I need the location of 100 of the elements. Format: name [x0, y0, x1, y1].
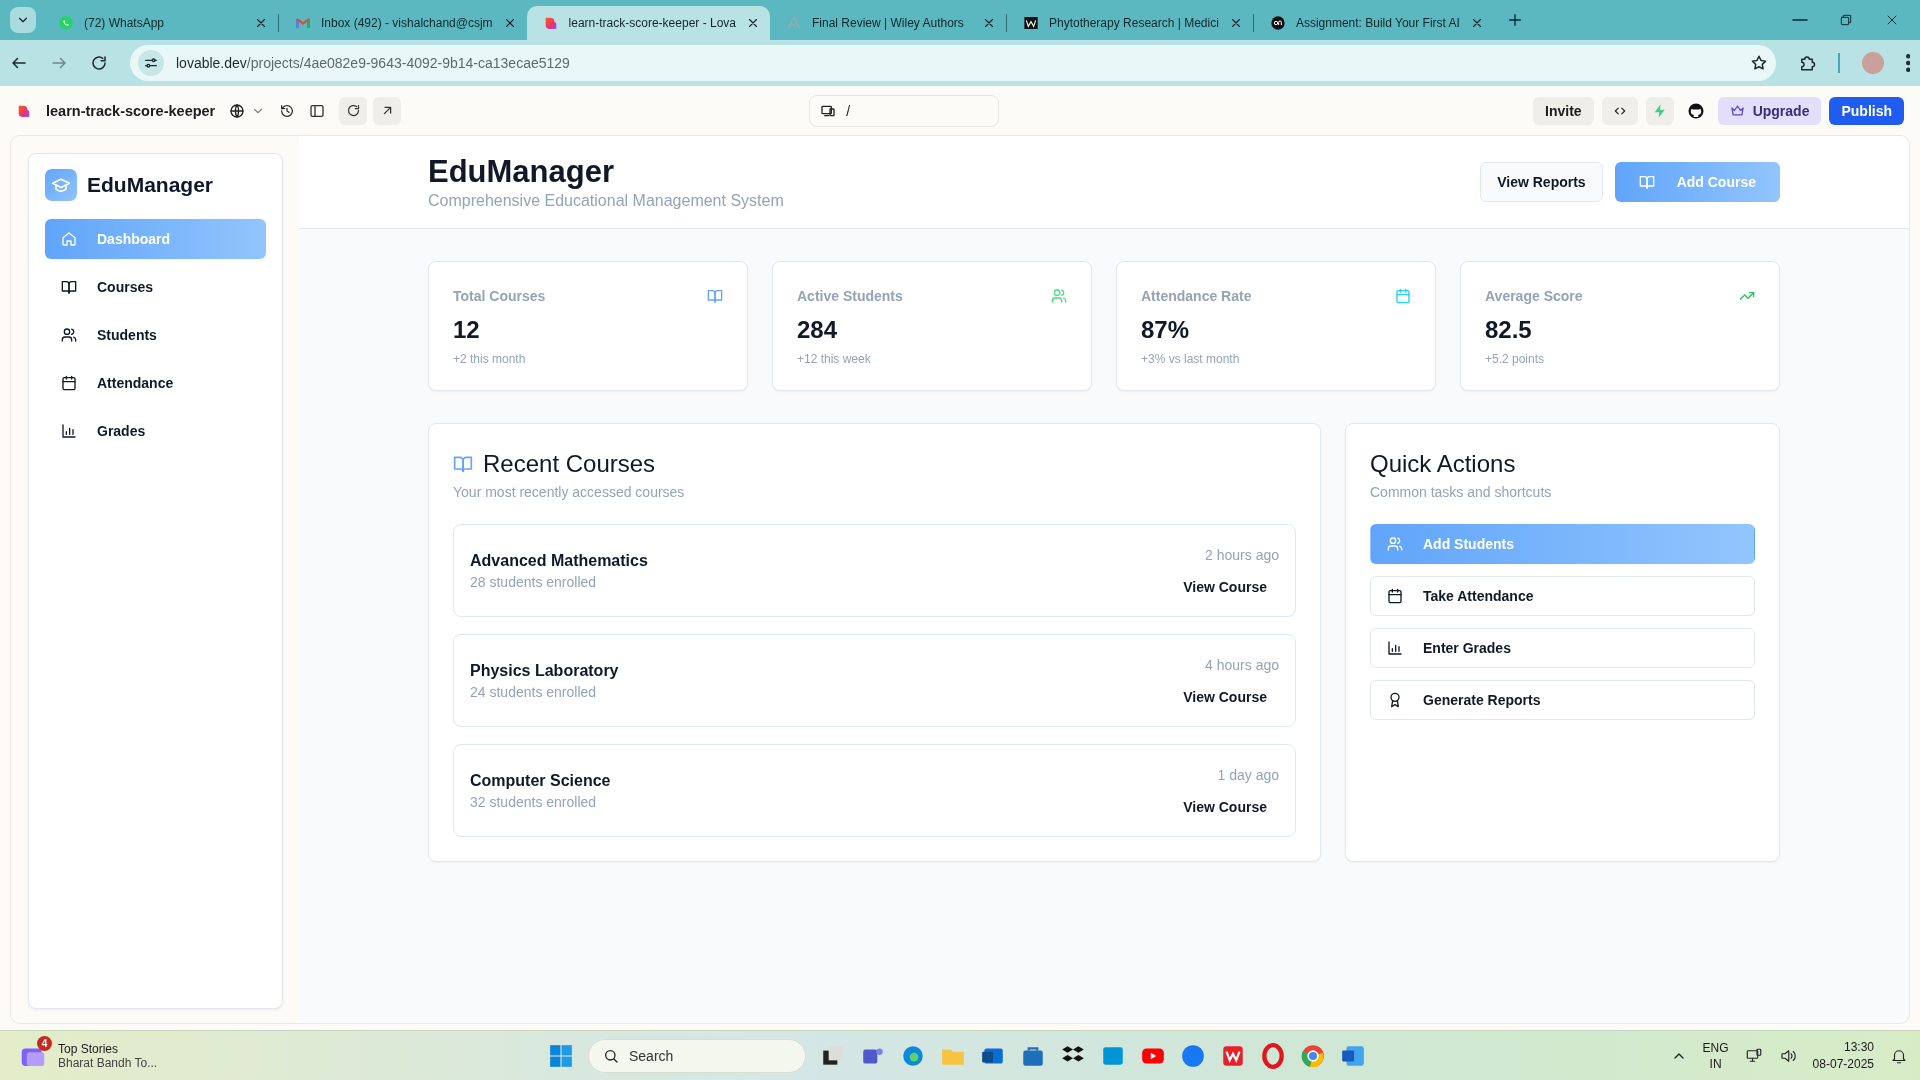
bar-chart-icon — [61, 423, 77, 439]
star-icon — [1749, 54, 1768, 72]
close-icon — [254, 16, 268, 30]
browser-tab[interactable]: (72) WhatsApp — [42, 6, 278, 40]
upgrade-button[interactable]: Upgrade — [1717, 96, 1822, 125]
path-field[interactable]: / — [809, 94, 1000, 127]
close-icon — [746, 16, 760, 30]
quick-action-button[interactable]: Take Attendance — [1370, 576, 1755, 616]
taskbar-search-field[interactable]: Search — [588, 1038, 806, 1073]
page-subtitle: Comprehensive Educational Management System — [428, 192, 784, 210]
stat-label: Attendance Rate — [1141, 288, 1252, 304]
address-bar[interactable]: lovable.dev/projects/4ae082e9-9643-4092-9b14-ca13ecae5129 — [130, 45, 1776, 81]
sidebar-item[interactable]: Courses — [45, 267, 266, 307]
site-settings-button[interactable] — [138, 50, 164, 76]
logo-icon — [1023, 15, 1039, 31]
quick-action-button[interactable]: Enter Grades — [1370, 628, 1755, 668]
enrollment-count: 28 students enrolled — [470, 573, 598, 590]
logo-icon — [1269, 15, 1286, 31]
quick-action-button[interactable]: Generate Reports — [1370, 680, 1755, 720]
reload-icon — [90, 54, 108, 72]
sliders-icon — [143, 55, 159, 71]
triangle-logo-icon — [786, 15, 802, 31]
news-headline[interactable]: Bharat Bandh To... — [58, 1055, 158, 1070]
page-title: EduManager — [428, 154, 616, 190]
reload-icon — [345, 103, 361, 118]
course-name: Advanced Mathematics — [470, 551, 648, 570]
stat-value: 284 — [797, 316, 839, 344]
kebab-menu-icon — [1905, 54, 1910, 72]
stat-change: +2 this month — [453, 352, 527, 366]
view-reports-button[interactable]: View Reports — [1480, 162, 1603, 202]
history-icon — [279, 102, 296, 119]
course-name: Computer Science — [470, 771, 611, 790]
panel-title: Quick Actions — [1370, 450, 1516, 478]
calendar-icon — [61, 375, 77, 391]
diagonal-arrow-button[interactable] — [373, 96, 402, 125]
close-tab-button[interactable] — [254, 16, 268, 30]
reload-button[interactable] — [90, 54, 108, 72]
search-icon — [603, 1047, 619, 1064]
close-tab-button[interactable] — [746, 16, 760, 30]
sidebar-item[interactable]: Attendance — [45, 363, 266, 403]
browser-tab[interactable]: Assignment: Build Your First AI — [1253, 6, 1494, 40]
globe-button[interactable] — [229, 102, 246, 119]
bar-chart-icon — [1387, 640, 1403, 656]
windows-logo-icon[interactable] — [548, 1042, 574, 1069]
crown-icon — [1729, 103, 1745, 118]
brand-name: EduManager — [87, 173, 214, 197]
house-icon — [61, 231, 77, 247]
panel-subtitle: Common tasks and shortcuts — [1370, 484, 1553, 500]
course-time: 1 day ago — [1217, 766, 1279, 783]
clock-date[interactable]: 08-07-2025 — [1812, 1055, 1874, 1073]
restore-button[interactable] — [1838, 12, 1854, 28]
star-button[interactable] — [1749, 54, 1768, 72]
enrollment-count: 24 students enrolled — [470, 683, 598, 700]
reload-button[interactable] — [339, 96, 368, 125]
clock-time[interactable]: 13:30 — [1812, 1038, 1874, 1056]
browser-tab[interactable]: Inbox (492) - vishalchand@csjm — [279, 6, 527, 40]
calendar-icon — [1387, 588, 1403, 604]
round-app-icon[interactable] — [1180, 1042, 1206, 1069]
browser-tab[interactable]: Final Review | Wiley Authors — [770, 6, 1006, 40]
browser-circle-icon[interactable] — [1300, 1042, 1326, 1069]
stat-label: Total Courses — [453, 288, 546, 304]
url-text: lovable.dev/projects/4ae082e9-9643-4092-9b14-ca13ecae5129 — [176, 55, 570, 71]
book-icon — [453, 454, 473, 474]
sidebar-item[interactable]: Students — [45, 315, 266, 355]
news-title[interactable]: Top Stories — [58, 1041, 158, 1056]
view-course-button[interactable]: View Course — [1171, 794, 1279, 819]
plus-icon — [1506, 12, 1523, 28]
book-icon — [61, 279, 77, 295]
stat-change: +12 this week — [797, 352, 872, 366]
panel-subtitle: Your most recently accessed courses — [453, 484, 686, 500]
browser-tab[interactable]: learn-track-score-keeper - Lova — [526, 6, 770, 40]
view-course-button[interactable]: View Course — [1171, 684, 1279, 709]
enrollment-count: 32 students enrolled — [470, 793, 598, 810]
primary-button[interactable]: Publish — [1829, 96, 1904, 125]
language-indicator[interactable]: ENG — [1702, 1039, 1729, 1056]
kebab-menu-button[interactable] — [1905, 54, 1910, 72]
book-icon — [1638, 174, 1655, 190]
panel-title: Recent Courses — [483, 450, 656, 478]
region-indicator[interactable]: IN — [1702, 1055, 1729, 1072]
stat-value: 82.5 — [1485, 316, 1533, 344]
browser-tab[interactable]: Phytotherapy Research | Medici — [1007, 6, 1253, 40]
ring-icon[interactable] — [1260, 1042, 1286, 1069]
history-button[interactable] — [279, 102, 296, 119]
course-name: Physics Laboratory — [470, 661, 619, 680]
view-course-button[interactable]: View Course — [1171, 574, 1279, 599]
project-name[interactable]: learn-track-score-keeper — [46, 102, 216, 119]
sidebar-panel-icon — [309, 102, 326, 119]
people-icon — [61, 327, 77, 343]
code-button[interactable] — [1601, 96, 1638, 125]
envelope-icon — [295, 15, 311, 31]
sidebar-panel-button[interactable] — [309, 102, 326, 119]
cat-logo-icon — [1686, 101, 1705, 120]
plain-button[interactable]: Invite — [1533, 96, 1594, 125]
stat-value: 87% — [1141, 316, 1191, 344]
close-tab-button[interactable] — [982, 16, 996, 30]
sidebar-item[interactable]: Grades — [45, 411, 266, 451]
graduation-cap-logo — [45, 169, 77, 201]
people-icon — [1387, 536, 1403, 552]
globe-icon — [229, 102, 246, 119]
minimize-icon — [1792, 19, 1808, 21]
